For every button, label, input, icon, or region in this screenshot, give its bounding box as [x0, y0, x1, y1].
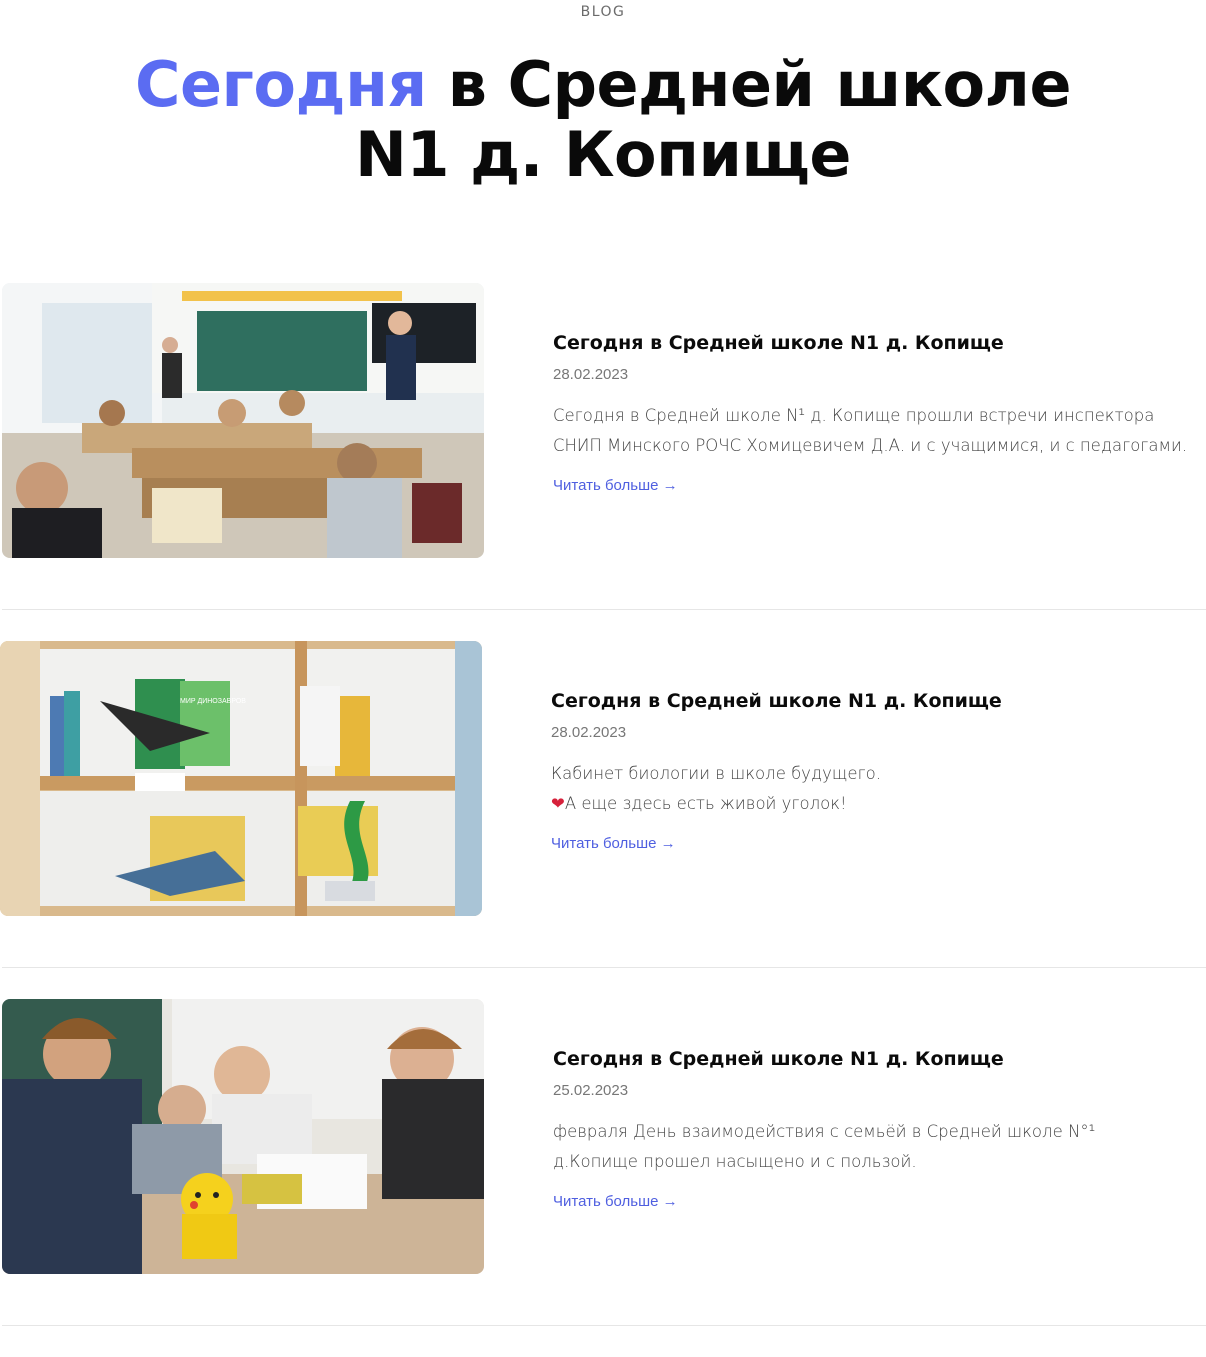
excerpt-line-with-heart: ❤А еще здесь есть живой уголок!: [551, 789, 1206, 819]
biology-shelf-photo: МИР ДИНОЗАВРОВ: [0, 641, 482, 916]
excerpt-line: февраля День взаимодействия с семьёй в С…: [553, 1122, 1096, 1141]
post-image[interactable]: МИР ДИНОЗАВРОВ: [0, 641, 482, 916]
post-body: Сегодня в Средней школе N1 д. Копище 25.…: [553, 1047, 1206, 1211]
title-line-2: N1 д. Копище: [355, 118, 851, 191]
read-more-link[interactable]: Читать больше →: [551, 835, 676, 852]
blog-eyebrow: BLOG: [580, 4, 626, 20]
blog-post: МИР ДИНОЗАВРОВ Сегодня в Средней школе N…: [0, 641, 1206, 999]
post-excerpt: Сегодня в Средней школе N¹ д. Копище про…: [553, 401, 1206, 461]
title-rest: в Средней школе: [426, 48, 1072, 121]
excerpt-line: Сегодня в Средней школе N¹ д. Копище про…: [553, 406, 1155, 425]
post-image[interactable]: [2, 283, 484, 558]
classroom-photo: [2, 283, 484, 558]
post-date: 28.02.2023: [553, 366, 629, 383]
heart-icon: ❤: [551, 794, 565, 813]
students-table-photo: [2, 999, 484, 1274]
post-image[interactable]: [2, 999, 484, 1274]
post-excerpt: февраля День взаимодействия с семьёй в С…: [553, 1117, 1206, 1177]
excerpt-line: Кабинет биологии в школе будущего.: [551, 764, 881, 783]
post-date: 25.02.2023: [553, 1082, 629, 1099]
post-date: 28.02.2023: [551, 724, 627, 741]
excerpt-line: д.Копище прошел насыщено и с пользой.: [553, 1152, 917, 1171]
post-title[interactable]: Сегодня в Средней школе N1 д. Копище: [553, 331, 1206, 355]
book-label: МИР ДИНОЗАВРОВ: [180, 698, 246, 705]
title-accent: Сегодня: [134, 48, 427, 121]
post-title[interactable]: Сегодня в Средней школе N1 д. Копище: [551, 689, 1206, 713]
divider: [2, 967, 1206, 968]
post-body: Сегодня в Средней школе N1 д. Копище 28.…: [553, 331, 1206, 495]
post-title[interactable]: Сегодня в Средней школе N1 д. Копище: [553, 1047, 1206, 1071]
excerpt-line: СНИП Минского РОЧС Хомицевичем Д.А. и с …: [553, 436, 1188, 455]
post-excerpt: Кабинет биологии в школе будущего. ❤А ещ…: [551, 759, 1206, 819]
page-title: Сегодня в Средней школе N1 д. Копище: [0, 50, 1206, 190]
post-body: Сегодня в Средней школе N1 д. Копище 28.…: [551, 689, 1206, 853]
blog-post: Сегодня в Средней школе N1 д. Копище 25.…: [0, 999, 1206, 1357]
read-more-link[interactable]: Читать больше →: [553, 477, 678, 494]
divider: [2, 609, 1206, 610]
blog-post: Сегодня в Средней школе N1 д. Копище 28.…: [0, 283, 1206, 641]
read-more-link[interactable]: Читать больше →: [553, 1193, 678, 1210]
divider: [2, 1325, 1206, 1326]
excerpt-text: А еще здесь есть живой уголок!: [564, 794, 847, 813]
